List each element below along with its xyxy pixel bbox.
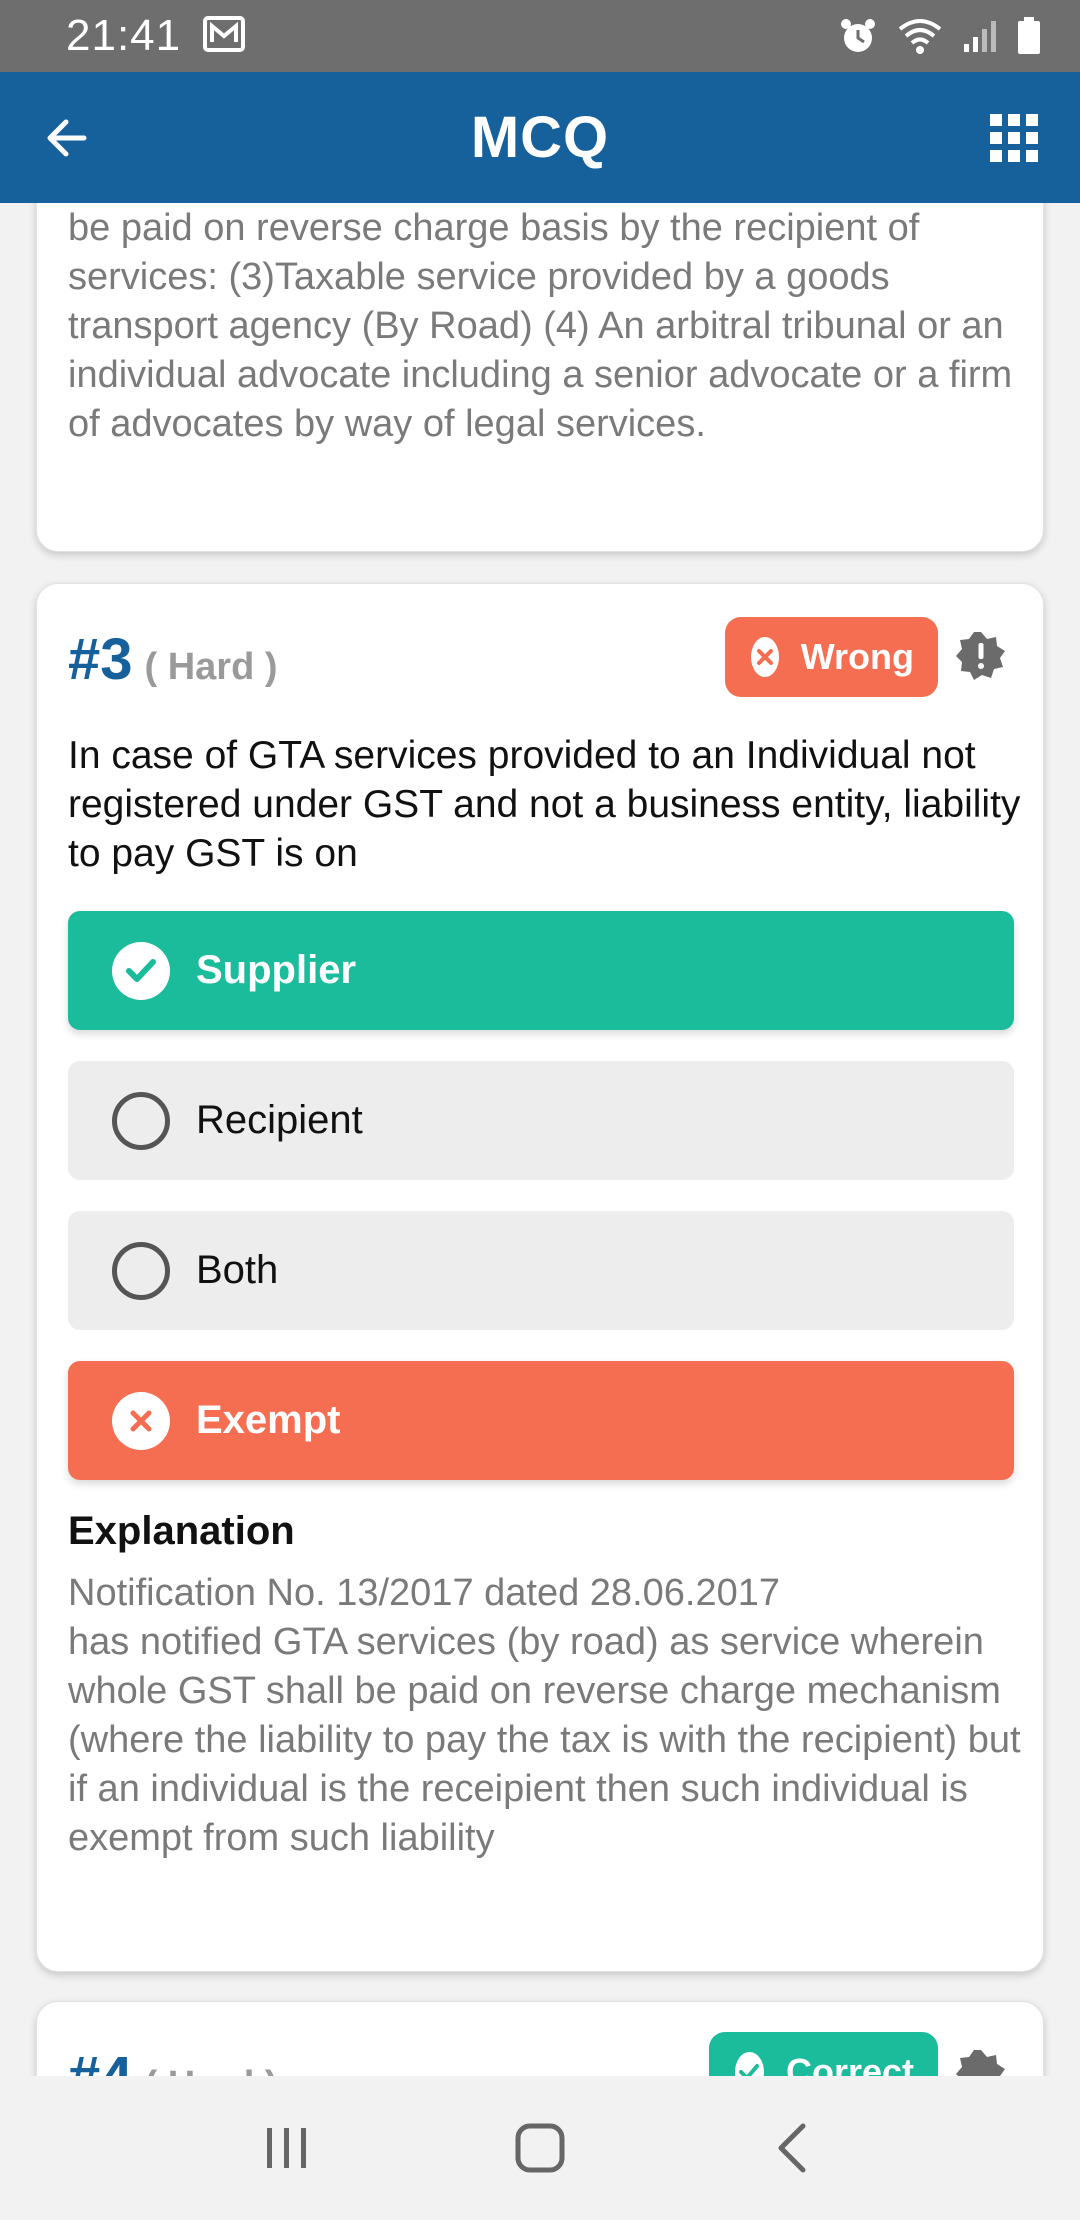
correct-status-badge: Correct — [709, 2032, 938, 2076]
radio-empty-icon — [112, 1091, 170, 1150]
close-circle-icon — [751, 637, 779, 677]
question-card-3: #3 ( Hard ) Wrong In case of GTA service… — [36, 583, 1044, 1972]
close-circle-icon — [112, 1391, 170, 1450]
option-supplier[interactable]: Supplier — [68, 911, 1014, 1030]
system-nav-bar — [0, 2076, 1080, 2220]
check-circle-icon — [112, 941, 170, 1000]
question-card-previous: be paid on reverse charge basis by the r… — [36, 203, 1044, 552]
radio-empty-icon — [112, 1241, 170, 1300]
question-number: #4 — [68, 2044, 133, 2076]
explanation-text: Notification No. 13/2017 dated 28.06.201… — [68, 1572, 1021, 1859]
question-header: #3 ( Hard ) — [68, 626, 278, 693]
option-label: Supplier — [196, 948, 357, 992]
status-badge-label: Wrong — [800, 636, 914, 677]
app-bar: MCQ — [0, 72, 1080, 203]
wrong-status-badge: Wrong — [725, 617, 938, 697]
recent-apps-icon[interactable] — [237, 2098, 337, 2198]
mail-notification-icon — [203, 15, 246, 57]
question-difficulty: ( Hard ) — [144, 646, 278, 688]
option-recipient[interactable]: Recipient — [68, 1061, 1014, 1180]
report-icon[interactable] — [955, 2048, 1007, 2076]
status-time: 21:41 — [66, 11, 182, 60]
question-header: #4 ( Hard ) — [68, 2044, 278, 2076]
option-label: Both — [196, 1248, 279, 1292]
option-label: Exempt — [196, 1398, 341, 1442]
status-bar: 21:41 — [0, 0, 1080, 72]
back-nav-icon[interactable] — [743, 2098, 843, 2198]
question-text: In case of GTA services provided to an I… — [68, 734, 1021, 875]
question-list[interactable]: be paid on reverse charge basis by the r… — [0, 203, 1080, 2076]
option-both[interactable]: Both — [68, 1211, 1014, 1330]
question-difficulty: ( Hard ) — [145, 2064, 278, 2076]
wifi-icon — [896, 17, 944, 55]
page-title: MCQ — [470, 105, 610, 170]
previous-explanation-text: be paid on reverse charge basis by the r… — [68, 207, 1013, 445]
report-icon[interactable] — [955, 630, 1007, 687]
option-label: Recipient — [196, 1098, 363, 1142]
explanation-title: Explanation — [68, 1509, 295, 1553]
question-number: #3 — [68, 627, 133, 692]
home-icon[interactable] — [490, 2098, 590, 2198]
signal-icon — [962, 18, 998, 54]
question-card-4: #4 ( Hard ) Correct — [36, 2001, 1044, 2076]
option-exempt[interactable]: Exempt — [68, 1361, 1014, 1480]
grid-menu-icon[interactable] — [976, 100, 1052, 176]
status-badge-label: Correct — [785, 2051, 914, 2076]
back-arrow-icon[interactable] — [28, 100, 104, 176]
check-circle-icon — [735, 2052, 764, 2076]
battery-icon — [1016, 16, 1042, 56]
alarm-icon — [838, 16, 878, 56]
